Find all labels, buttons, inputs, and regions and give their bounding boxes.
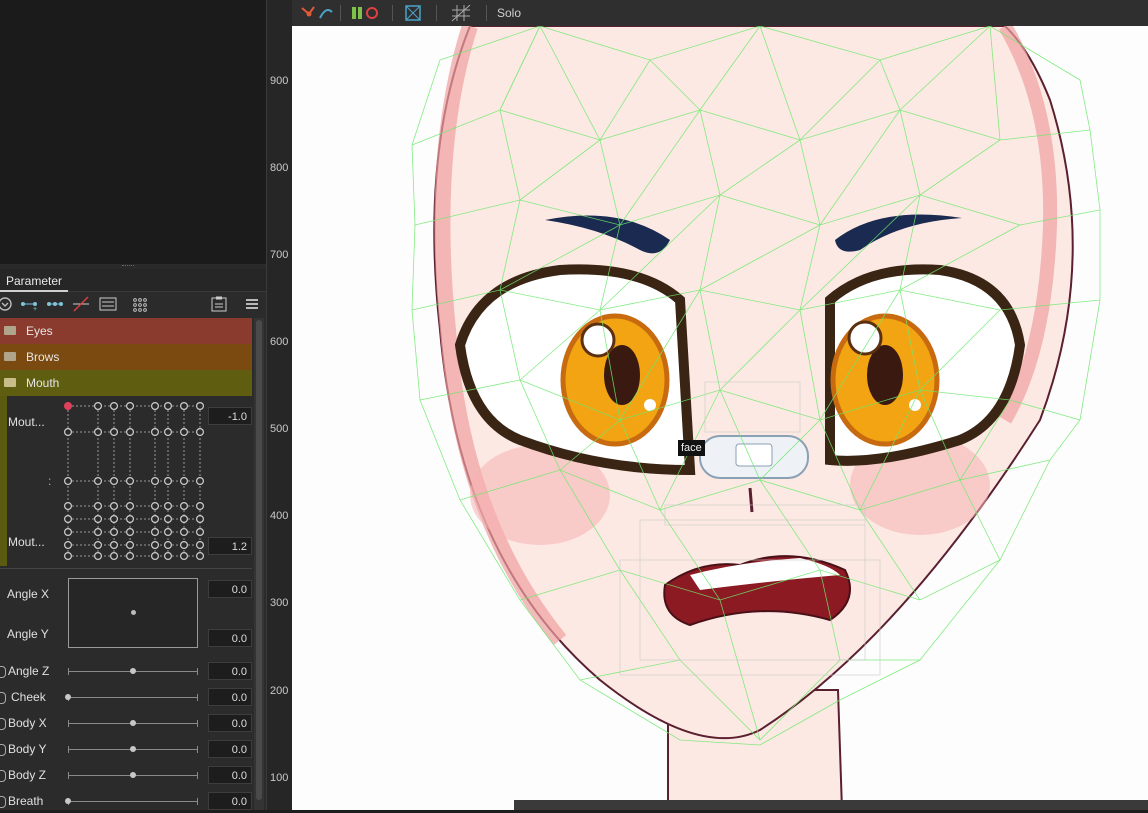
link-icon (0, 796, 6, 808)
slider-label: Cheek (11, 690, 46, 704)
group-label: Eyes (26, 324, 53, 338)
empty-panel (0, 0, 266, 264)
add-key-three-icon[interactable] (46, 296, 64, 312)
scrollbar-thumb[interactable] (256, 320, 262, 800)
slider-row: Angle Z 0.0 (0, 661, 252, 683)
collapse-icon[interactable] (0, 296, 16, 312)
folder-open-icon (4, 378, 16, 387)
character-face (411, 26, 1101, 810)
slider-label: Body Z (8, 768, 47, 782)
mesh-edit-icon[interactable] (404, 4, 422, 22)
parameter-toolbar: + (0, 292, 266, 316)
angle-y-value[interactable]: 0.0 (208, 629, 252, 647)
add-key-icon[interactable]: + (20, 296, 38, 312)
slider-label: Body Y (8, 742, 47, 756)
grid-dots-icon[interactable] (131, 296, 149, 312)
group-label: Mouth (26, 376, 60, 390)
ruler-tick-label: 900 (270, 75, 289, 87)
model-canvas[interactable] (292, 26, 1148, 810)
solo-toggle[interactable]: Solo (497, 6, 521, 20)
slider-value[interactable]: 0.0 (208, 740, 252, 758)
ruler-tick-label: 300 (270, 597, 289, 609)
mouth-middle-mark: : (48, 474, 52, 488)
link-icon (0, 666, 6, 678)
ruler-tick-label: 500 (270, 423, 289, 435)
slider-label: Body X (8, 716, 47, 730)
link-icon (0, 718, 6, 730)
ruler-tick-label: 600 (270, 336, 289, 348)
slider-handle[interactable] (130, 746, 136, 752)
ruler-tick-label: 800 (270, 162, 289, 174)
mouth-top-value[interactable]: -1.0 (208, 407, 252, 425)
current-key-marker (64, 402, 72, 410)
menu-icon[interactable] (243, 296, 261, 312)
slider-label: Angle Z (8, 664, 50, 678)
slider-track[interactable] (65, 694, 198, 701)
angle-x-value[interactable]: 0.0 (208, 580, 252, 598)
canvas-bottom-bar (514, 800, 1148, 810)
angle-xy-handle[interactable] (131, 610, 136, 615)
ruler-tick-label: 700 (270, 249, 289, 261)
slider-track[interactable] (68, 746, 198, 753)
slider-row: Body X 0.0 (0, 713, 252, 735)
ruler-tick-label: 200 (270, 685, 289, 697)
slider-handle[interactable] (65, 694, 71, 700)
angle-y-label: Angle Y (7, 627, 49, 641)
folder-icon (4, 326, 16, 335)
mouth-bottom-label: Mout... (8, 535, 45, 549)
deformer-icon[interactable] (300, 4, 334, 22)
canvas-toolbar: Solo (292, 0, 1148, 27)
slider-value[interactable]: 0.0 (208, 688, 252, 706)
grid-icon[interactable] (450, 3, 472, 23)
slider-value[interactable]: 0.0 (208, 792, 252, 810)
slider-track[interactable] (65, 798, 198, 805)
face-tooltip: face (678, 440, 705, 456)
slider-label: Breath (8, 794, 44, 808)
slider-row: Cheek 0.0 (0, 687, 252, 709)
remove-key-icon[interactable] (72, 296, 90, 312)
slider-row: Body Z 0.0 (0, 765, 252, 787)
mouth-top-label: Mout... (8, 415, 45, 429)
mouth-bottom-value[interactable]: 1.2 (208, 537, 252, 555)
slider-handle[interactable] (130, 720, 136, 726)
slider-row: Body Y 0.0 (0, 739, 252, 761)
ruler-tick-label: 100 (270, 772, 289, 784)
slider-value[interactable]: 0.0 (208, 662, 252, 680)
divider (0, 568, 252, 569)
folder-icon (4, 352, 16, 361)
group-mouth[interactable]: Mouth (0, 370, 252, 396)
slider-track[interactable] (68, 668, 198, 675)
ruler-tick-label: 400 (270, 510, 289, 522)
slider-track[interactable] (68, 772, 198, 779)
link-icon (0, 692, 6, 704)
link-icon (0, 744, 6, 756)
slider-handle[interactable] (65, 798, 71, 804)
link-icon (0, 770, 6, 782)
angle-xy-pad[interactable] (68, 578, 198, 648)
blend-icon[interactable] (350, 4, 382, 22)
clipboard-icon[interactable] (210, 296, 228, 312)
group-eyes[interactable]: Eyes (0, 318, 252, 344)
list-view-icon[interactable] (99, 296, 117, 312)
slider-value[interactable]: 0.0 (208, 766, 252, 784)
angle-x-label: Angle X (7, 587, 50, 601)
slider-handle[interactable] (130, 668, 136, 674)
tab-parameter[interactable]: Parameter (0, 272, 69, 292)
group-brows[interactable]: Brows (0, 344, 252, 370)
slider-value[interactable]: 0.0 (208, 714, 252, 732)
group-label: Brows (26, 350, 60, 364)
slider-track[interactable] (68, 720, 198, 727)
svg-text:+: + (33, 306, 37, 312)
slider-handle[interactable] (130, 772, 136, 778)
mouth-key-grid[interactable] (60, 398, 206, 562)
